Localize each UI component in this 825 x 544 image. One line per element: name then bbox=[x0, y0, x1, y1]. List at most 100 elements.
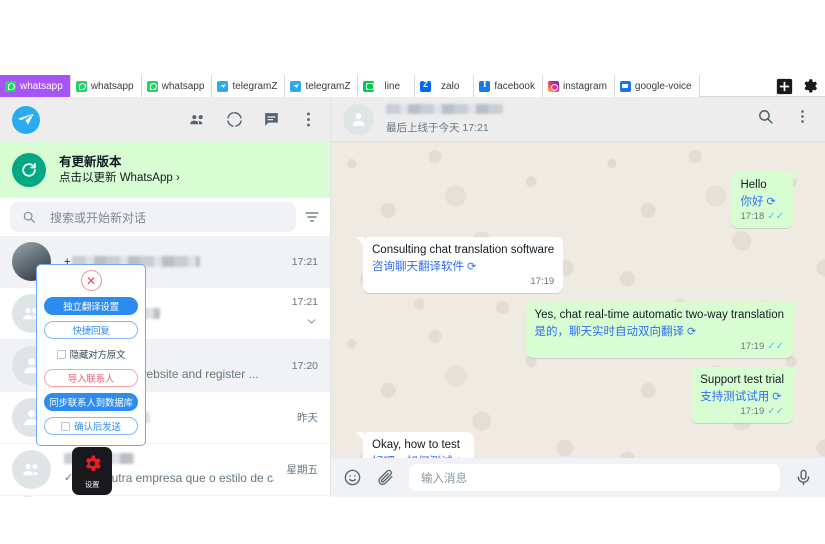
whatsapp-icon bbox=[5, 81, 16, 92]
chat-timestamp: 17:20 bbox=[292, 360, 318, 372]
google-voice-icon bbox=[620, 81, 631, 92]
message-meta: 17:18 ✓✓ bbox=[740, 211, 784, 223]
translation-loading-icon: ⟳ bbox=[687, 325, 696, 340]
update-banner-subtitle: 点击以更新 WhatsApp › bbox=[59, 171, 180, 187]
contact-name-redacted bbox=[386, 104, 504, 114]
settings-button[interactable] bbox=[799, 75, 821, 97]
line-icon bbox=[363, 81, 374, 92]
status-ring-icon[interactable] bbox=[225, 110, 244, 129]
search-input[interactable]: 搜索或开始新对话 bbox=[10, 202, 296, 232]
floating-settings-label: 设置 bbox=[85, 479, 99, 490]
chat-list-item-5[interactable]: ✓ 您: à outra empresa que o estilo de cam… bbox=[0, 444, 330, 496]
browser-tab-bar: whatsapp whatsapp whatsapp telegramZ tel… bbox=[0, 75, 825, 97]
tab-label: telegramZ bbox=[232, 81, 277, 92]
telegram-logo-icon[interactable] bbox=[12, 106, 40, 134]
tab-whatsapp-3[interactable]: whatsapp bbox=[142, 75, 213, 97]
tab-label: instagram bbox=[563, 81, 607, 92]
chat-header-actions bbox=[757, 108, 811, 130]
search-placeholder: 搜索或开始新对话 bbox=[50, 209, 146, 226]
overflow-menu-icon[interactable] bbox=[794, 108, 811, 130]
chat-header-info[interactable]: 最后上线于今天 17:21 bbox=[386, 104, 745, 135]
popup-item-confirm-before-send[interactable]: 确认后发送 bbox=[44, 417, 138, 435]
new-chat-icon[interactable] bbox=[262, 110, 281, 129]
popup-item-label: 导入联系人 bbox=[68, 371, 115, 385]
message-translation: 支持测试试用 ⟳ bbox=[700, 390, 784, 406]
popup-item-label: 同步联系人到数据库 bbox=[49, 395, 133, 409]
sidebar-header bbox=[0, 97, 330, 142]
checkbox[interactable] bbox=[61, 422, 70, 431]
chat-item-meta: 星期五 bbox=[284, 462, 330, 477]
floating-settings-button[interactable]: 设置 bbox=[72, 447, 112, 495]
popup-item-import-contacts[interactable]: 导入联系人 bbox=[44, 369, 138, 387]
chevron-down-icon[interactable] bbox=[305, 315, 318, 331]
tab-telegramz-1[interactable]: telegramZ bbox=[212, 75, 285, 97]
message-source-text: Okay, how to test bbox=[372, 438, 465, 454]
popup-item-sync-contacts-to-database[interactable]: 同步联系人到数据库 bbox=[44, 393, 138, 411]
search-row: 搜索或开始新对话 bbox=[0, 198, 330, 236]
add-tab-button[interactable] bbox=[773, 75, 795, 97]
tab-google-voice[interactable]: google-voice bbox=[615, 75, 700, 97]
message-translation: 好吧，如何测试 ⟳ bbox=[372, 455, 465, 458]
message-bubble[interactable]: Hello 你好 ⟳ 17:18 ✓✓ bbox=[731, 172, 793, 228]
message-translation-text: 好吧，如何测试 bbox=[372, 455, 453, 458]
search-icon[interactable] bbox=[757, 108, 774, 130]
message-bubble[interactable]: Support test trial 支持测试试用 ⟳ 17:19 ✓✓ bbox=[691, 367, 793, 423]
update-banner-title: 有更新版本 bbox=[59, 154, 180, 171]
message-input[interactable]: 输入消息 bbox=[409, 464, 780, 491]
translation-tools-popup: ✕ 独立翻译设置 快捷回复 隐藏对方原文 导入联系人 同步联系人到数据库 确认后… bbox=[36, 264, 146, 446]
update-banner[interactable]: 有更新版本 点击以更新 WhatsApp › bbox=[0, 142, 330, 198]
read-receipt-icon: ✓✓ bbox=[767, 212, 784, 222]
read-receipt-icon: ✓✓ bbox=[767, 407, 784, 417]
checkbox[interactable] bbox=[57, 350, 66, 359]
gear-icon bbox=[82, 453, 103, 478]
tab-whatsapp-2[interactable]: whatsapp bbox=[71, 75, 142, 97]
tab-label: facebook bbox=[494, 81, 535, 92]
message-bubble[interactable]: Okay, how to test 好吧，如何测试 ⟳ 17:20 bbox=[363, 432, 474, 458]
community-icon[interactable] bbox=[188, 110, 207, 129]
chat-item-meta: 17:21 bbox=[284, 256, 330, 268]
translation-loading-icon: ⟳ bbox=[772, 390, 781, 405]
zalo-icon bbox=[420, 81, 431, 92]
app-window: whatsapp whatsapp whatsapp telegramZ tel… bbox=[0, 0, 825, 544]
contact-status: 最后上线于今天 17:21 bbox=[386, 120, 745, 135]
message-composer: 输入消息 bbox=[331, 458, 825, 497]
message-translation: 你好 ⟳ bbox=[740, 195, 784, 211]
popup-item-label: 快捷回复 bbox=[72, 323, 109, 337]
overflow-menu-icon[interactable] bbox=[299, 110, 318, 129]
chat-item-meta: 17:20 bbox=[284, 360, 330, 372]
telegram-icon bbox=[217, 81, 228, 92]
microphone-icon[interactable] bbox=[794, 468, 813, 487]
chat-timestamp: 17:21 bbox=[292, 296, 318, 308]
tab-whatsapp-1[interactable]: whatsapp bbox=[0, 75, 71, 97]
avatar[interactable] bbox=[343, 104, 374, 135]
popup-item-hide-original-text[interactable]: 隐藏对方原文 bbox=[44, 345, 138, 363]
tab-label: whatsapp bbox=[91, 81, 134, 92]
emoji-icon[interactable] bbox=[343, 468, 362, 487]
close-icon[interactable]: ✕ bbox=[81, 270, 102, 291]
tab-facebook[interactable]: facebook bbox=[474, 75, 543, 97]
filter-icon[interactable] bbox=[304, 209, 320, 225]
message-translation: 咨询聊天翻译软件 ⟳ bbox=[372, 260, 554, 276]
message-bubble[interactable]: Consulting chat translation software 咨询聊… bbox=[363, 237, 563, 293]
tab-instagram[interactable]: instagram bbox=[543, 75, 615, 97]
plus-icon bbox=[776, 78, 793, 95]
message-meta: 17:19 bbox=[372, 276, 554, 288]
message-bubble[interactable]: Yes, chat real-time automatic two-way tr… bbox=[526, 302, 794, 358]
sidebar-header-actions bbox=[188, 110, 318, 129]
whatsapp-icon bbox=[76, 81, 87, 92]
tab-zalo[interactable]: zalo bbox=[415, 75, 474, 97]
instagram-icon bbox=[548, 81, 559, 92]
chat-item-meta: 昨天 bbox=[284, 410, 330, 425]
popup-item-independent-translation-settings[interactable]: 独立翻译设置 bbox=[44, 297, 138, 315]
tab-telegramz-2[interactable]: telegramZ bbox=[285, 75, 358, 97]
attachment-icon[interactable] bbox=[376, 468, 395, 487]
tab-line[interactable]: line bbox=[358, 75, 415, 97]
update-banner-text: 有更新版本 点击以更新 WhatsApp › bbox=[59, 154, 180, 186]
window-bottom-strip bbox=[0, 497, 825, 544]
chat-timestamp: 昨天 bbox=[297, 410, 318, 425]
message-translation-text: 是的，聊天实时自动双向翻译 bbox=[535, 325, 685, 341]
message-translation-text: 支持测试试用 bbox=[700, 390, 769, 406]
tab-label: whatsapp bbox=[162, 81, 205, 92]
popup-item-quick-reply[interactable]: 快捷回复 bbox=[44, 321, 138, 339]
translation-loading-icon: ⟳ bbox=[456, 455, 465, 458]
